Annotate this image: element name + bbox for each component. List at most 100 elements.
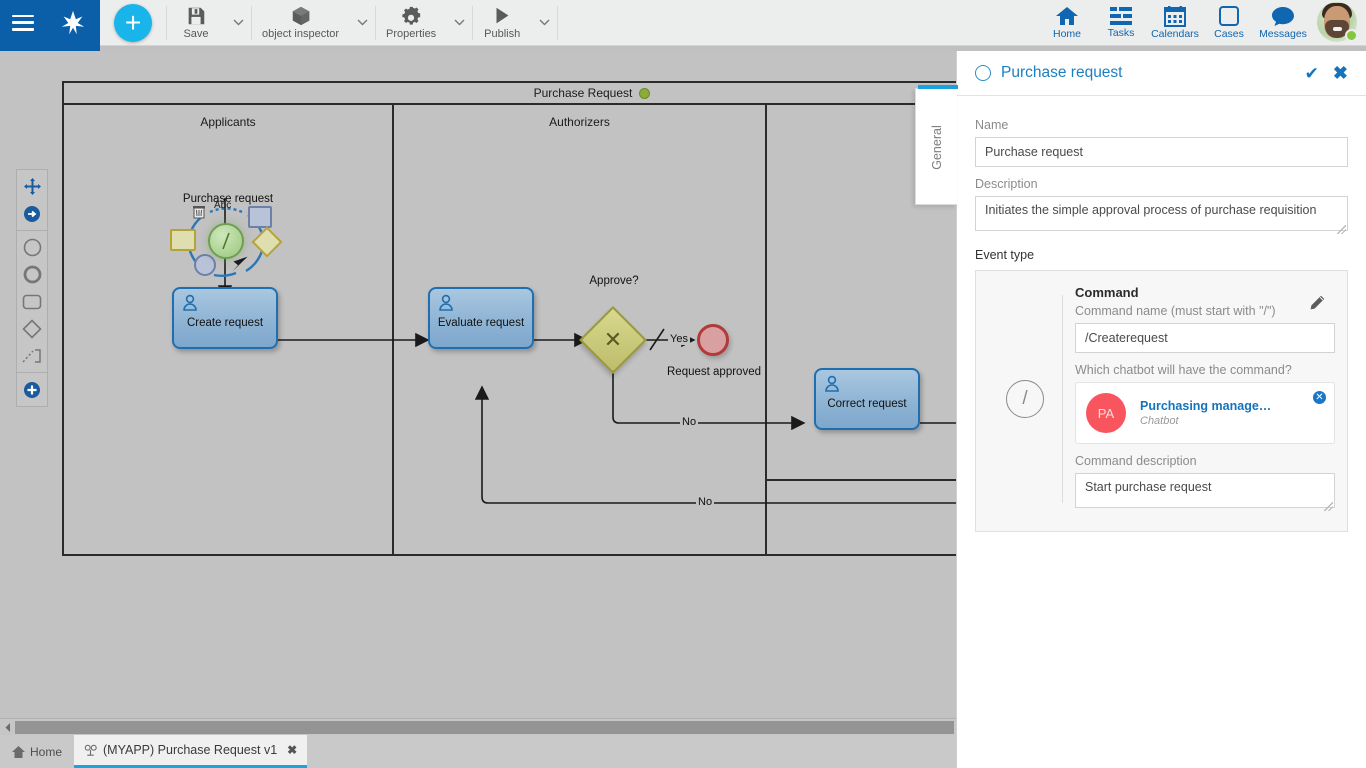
bpmn-pool[interactable]: Purchase Request Applicants Authorizers <box>62 81 956 556</box>
nav-calendars-label: Calendars <box>1151 28 1199 40</box>
save-button[interactable]: Save <box>167 0 225 46</box>
add-element-icon[interactable] <box>17 376 47 403</box>
start-event-radial-menu[interactable]: Abc <box>170 201 282 283</box>
canvas-horizontal-scrollbar[interactable] <box>0 718 956 735</box>
start-event-shape[interactable] <box>208 223 244 259</box>
description-textarea[interactable] <box>975 196 1348 231</box>
tool-palette[interactable] <box>16 169 48 407</box>
end-event-request-approved[interactable] <box>697 324 729 356</box>
name-input[interactable] <box>975 137 1348 167</box>
radial-text-abc-icon[interactable]: Abc <box>214 200 231 211</box>
add-button-wrap <box>100 4 166 42</box>
diamond-icon <box>22 319 42 339</box>
panel-close-button[interactable]: ✖ <box>1333 64 1348 82</box>
publish-label: Publish <box>484 29 520 40</box>
task-correct-request[interactable]: Correct request <box>814 368 920 430</box>
tab-general[interactable]: General <box>915 88 957 205</box>
publish-button[interactable]: Publish <box>473 0 531 46</box>
radial-event-icon[interactable] <box>194 254 216 276</box>
move-tool-icon[interactable] <box>17 173 47 200</box>
task-icon[interactable] <box>17 288 47 315</box>
end-event-caption: Request approved <box>647 366 781 378</box>
nav-messages-label: Messages <box>1259 28 1307 40</box>
palette-group-shapes <box>17 230 47 372</box>
object-inspector-dropdown[interactable] <box>349 0 375 46</box>
scrollbar-thumb[interactable] <box>15 721 954 734</box>
event-icon-column: / <box>988 285 1062 513</box>
task-create-request[interactable]: Create request <box>172 287 278 349</box>
task-correct-request-label: Correct request <box>816 398 918 410</box>
connector-tool-icon[interactable] <box>17 200 47 227</box>
task-evaluate-request[interactable]: Evaluate request <box>428 287 534 349</box>
event-type-card: / Command Command name (must start with … <box>975 270 1348 532</box>
save-dropdown[interactable] <box>225 0 251 46</box>
nav-home[interactable]: Home <box>1040 0 1094 46</box>
nav-cases[interactable]: Cases <box>1202 0 1256 46</box>
description-resize-grip[interactable] <box>1337 225 1346 234</box>
pencil-icon[interactable] <box>1310 295 1325 310</box>
pool-header: Purchase Request <box>64 83 956 105</box>
chatbot-texts: Purchasing manage… Chatbot <box>1140 399 1271 427</box>
gear-icon <box>400 5 422 27</box>
end-event-icon[interactable] <box>17 261 47 288</box>
sequence-flow-icon[interactable] <box>17 342 47 369</box>
command-description-wrap <box>1075 473 1335 513</box>
radial-delete-icon[interactable] <box>191 204 207 225</box>
slash-command-glyph <box>210 225 242 257</box>
task-create-request-label: Create request <box>174 317 276 329</box>
add-new-button[interactable] <box>114 4 152 42</box>
cases-icon <box>1218 5 1240 27</box>
command-name-input[interactable] <box>1075 323 1335 353</box>
avatar[interactable] <box>1314 0 1360 46</box>
object-inspector-button[interactable]: object inspector <box>252 0 349 46</box>
palette-group-tools <box>17 170 47 230</box>
bizagi-logo-icon[interactable] <box>58 8 88 38</box>
command-description-resize-grip[interactable] <box>1324 502 1333 511</box>
tasks-icon <box>1109 6 1133 26</box>
application-window: Save object inspector Properties <box>0 0 1366 768</box>
nav-calendars[interactable]: Calendars <box>1148 0 1202 46</box>
gateway-caption: Approve? <box>569 275 659 287</box>
properties-label: Properties <box>386 29 436 40</box>
panel-confirm-button[interactable]: ✔ <box>1305 65 1319 82</box>
taskbar-home-button[interactable]: Home <box>0 735 74 768</box>
chatbot-name[interactable]: Purchasing manage… <box>1140 399 1271 413</box>
flow-label-no-1: No <box>680 416 698 428</box>
command-description-textarea[interactable] <box>1075 473 1335 508</box>
user-task-icon <box>437 294 455 312</box>
taskbar-tab-close-icon[interactable]: ✖ <box>287 743 297 757</box>
flow-label-no-2: No <box>696 496 714 508</box>
panel-title: Purchase request <box>1001 64 1291 82</box>
radial-task-icon[interactable] <box>170 229 196 251</box>
properties-dropdown[interactable] <box>446 0 472 46</box>
properties-button[interactable]: Properties <box>376 0 446 46</box>
nav-tasks[interactable]: Tasks <box>1094 0 1148 46</box>
taskbar-home-label: Home <box>30 745 62 759</box>
circle-thick-icon <box>23 265 42 284</box>
flow-line-icon <box>22 347 42 365</box>
bottom-taskbar: Home (MYAPP) Purchase Request v1 ✖ <box>0 735 956 768</box>
chatbot-remove-icon[interactable]: ✕ <box>1313 391 1326 404</box>
nav-home-label: Home <box>1053 28 1081 40</box>
nav-cases-label: Cases <box>1214 28 1244 40</box>
circle-thin-icon <box>23 238 42 257</box>
publish-dropdown[interactable] <box>531 0 557 46</box>
chatbot-card[interactable]: PA Purchasing manage… Chatbot ✕ <box>1075 382 1335 444</box>
rounded-rect-icon <box>22 294 42 310</box>
diagram-canvas[interactable]: Purchase Request Applicants Authorizers <box>0 51 956 718</box>
nav-messages[interactable]: Messages <box>1256 0 1310 46</box>
palette-group-add <box>17 372 47 406</box>
hamburger-icon[interactable] <box>12 15 34 31</box>
slash-command-icon: / <box>1006 380 1044 418</box>
scroll-left-button[interactable] <box>0 720 15 735</box>
panel-header: Purchase request ✔ ✖ <box>957 51 1366 96</box>
gateway-icon[interactable] <box>17 315 47 342</box>
save-icon <box>185 5 207 27</box>
taskbar-tab-purchase-request[interactable]: (MYAPP) Purchase Request v1 ✖ <box>74 735 307 768</box>
plus-circle-icon <box>23 381 41 399</box>
properties-panel: General Purchase request ✔ ✖ Name Descri… <box>956 51 1366 768</box>
home-icon <box>12 746 25 758</box>
start-event-icon[interactable] <box>17 234 47 261</box>
radial-subprocess-icon[interactable] <box>248 206 272 228</box>
description-wrap <box>975 196 1348 236</box>
